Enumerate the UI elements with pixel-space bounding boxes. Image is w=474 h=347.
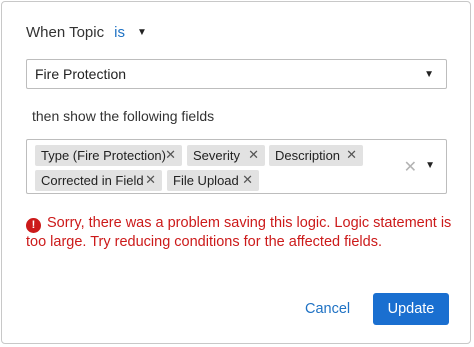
field-chip-label: Severity — [193, 148, 240, 163]
field-chip-label: Type (Fire Protection) — [41, 148, 166, 163]
remove-chip-icon[interactable]: ✕ — [242, 172, 253, 188]
field-chip: Type (Fire Protection) ✕ — [35, 145, 182, 166]
topic-select[interactable]: Fire Protection ▼ — [26, 59, 447, 89]
field-chip-label: File Upload — [173, 173, 239, 188]
then-label: then show the following fields — [32, 108, 215, 124]
remove-chip-icon[interactable]: ✕ — [346, 147, 357, 163]
field-chip: File Upload ✕ — [167, 170, 259, 191]
fields-multiselect[interactable]: Type (Fire Protection) ✕ Severity ✕ Desc… — [26, 139, 447, 194]
remove-chip-icon[interactable]: ✕ — [248, 147, 259, 163]
field-chip-label: Corrected in Field — [41, 173, 144, 188]
caret-down-icon[interactable]: ▼ — [137, 27, 147, 38]
clear-all-icon[interactable]: ✕ — [404, 157, 417, 177]
topic-select-value: Fire Protection — [35, 66, 127, 82]
error-icon: ! — [26, 218, 41, 233]
update-button[interactable]: Update — [373, 293, 449, 325]
logic-dialog: When Topic is ▼ Fire Protection ▼ then s… — [1, 1, 471, 344]
field-chip: Severity ✕ — [187, 145, 265, 166]
field-chip-label: Description — [275, 148, 341, 163]
cancel-button[interactable]: Cancel — [299, 295, 356, 323]
remove-chip-icon[interactable]: ✕ — [165, 147, 176, 163]
caret-down-icon[interactable]: ▼ — [425, 160, 435, 171]
field-chip: Description ✕ — [269, 145, 363, 166]
error-message: ! Sorry, there was a problem saving this … — [26, 214, 456, 252]
remove-chip-icon[interactable]: ✕ — [145, 172, 156, 188]
condition-label: When Topic — [26, 24, 105, 41]
caret-down-icon[interactable]: ▼ — [424, 69, 434, 80]
operator-dropdown[interactable]: is — [114, 24, 125, 41]
field-chip: Corrected in Field ✕ — [35, 170, 162, 191]
error-text: Sorry, there was a problem saving this l… — [26, 215, 452, 250]
condition-row: When Topic is ▼ — [26, 24, 147, 41]
